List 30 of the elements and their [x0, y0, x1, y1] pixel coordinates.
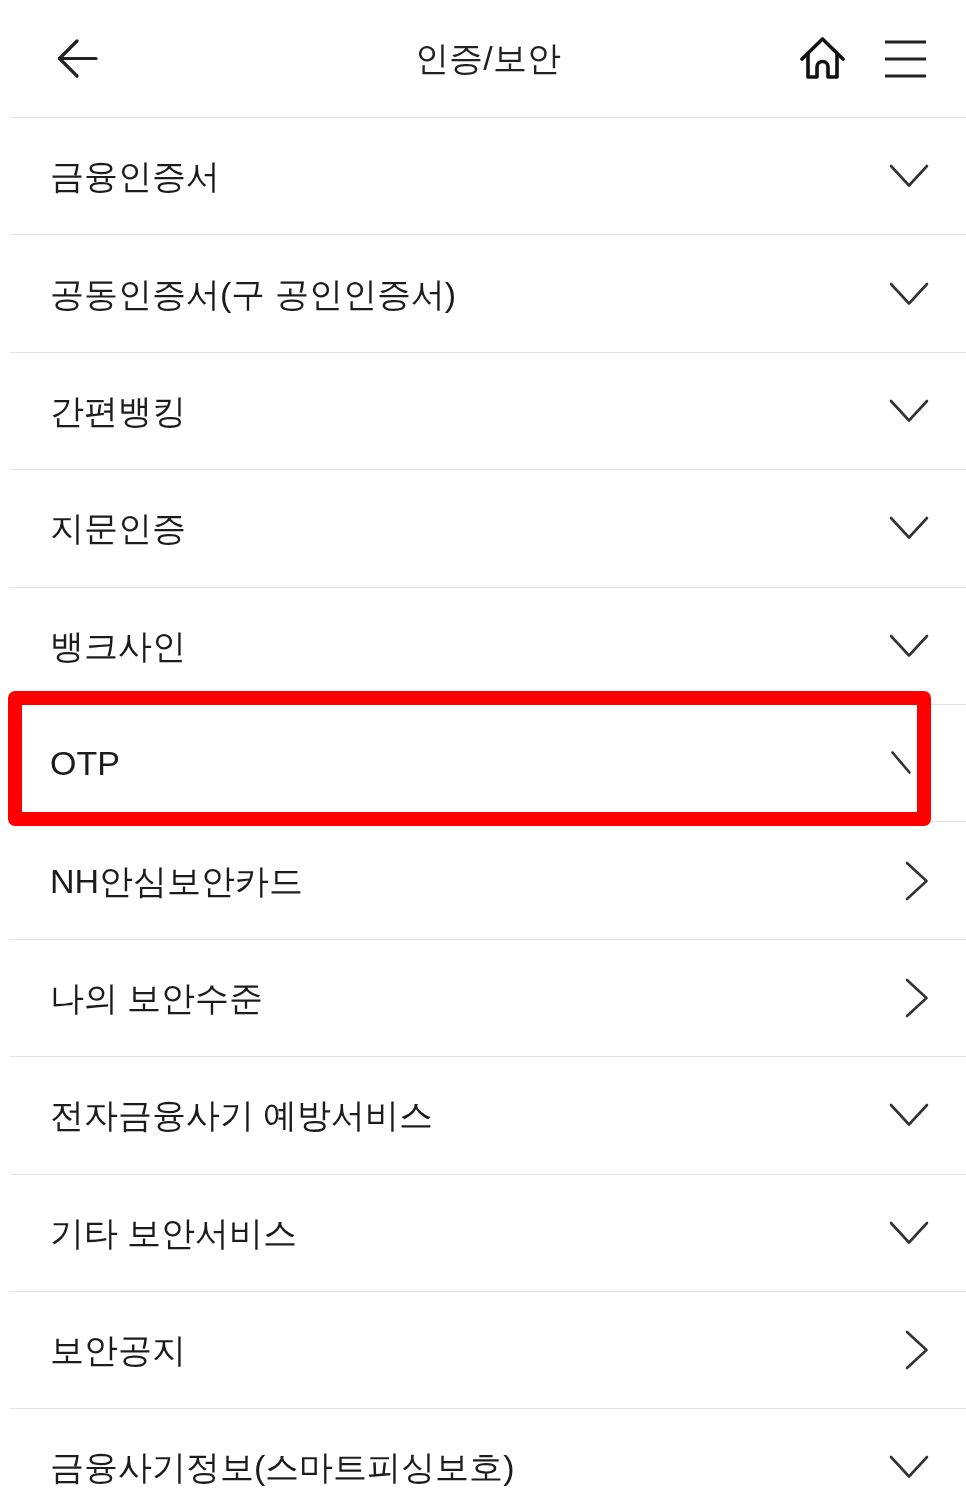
page-title: 인증/보안	[414, 40, 562, 75]
menu-item[interactable]: NH안심보안카드	[10, 822, 966, 940]
menu-item[interactable]: 공동인증서(구 공인인증서)	[10, 235, 966, 353]
chevron-down-icon	[889, 281, 929, 306]
back-button[interactable]	[57, 39, 98, 78]
menu-button[interactable]	[885, 39, 926, 78]
home-icon	[800, 37, 845, 80]
menu-item[interactable]: OTP	[10, 704, 966, 823]
menu-item[interactable]: 전자금융사기 예방서비스	[10, 1057, 966, 1175]
menu-item[interactable]: 간편뱅킹	[10, 352, 966, 471]
menu-item[interactable]: 보안공지	[10, 1291, 966, 1410]
chevron-right-icon	[905, 1330, 929, 1371]
chevron-down-icon	[889, 1455, 929, 1480]
menu-item[interactable]: 기타 보안서비스	[10, 1174, 966, 1292]
chevron-down-icon	[889, 398, 929, 423]
chevron-down-icon	[889, 1103, 929, 1128]
menu-item[interactable]: 지문인증	[10, 470, 966, 588]
chevron-right-icon	[905, 977, 929, 1018]
chevron-down-icon	[889, 164, 929, 189]
chevron-fragment-icon	[891, 750, 911, 774]
home-button[interactable]	[800, 37, 845, 80]
menu-item[interactable]: 나의 보안수준	[10, 939, 966, 1058]
menu-icon	[885, 39, 926, 78]
menu-item[interactable]: 금융사기정보(스마트피싱보호)	[10, 1409, 966, 1501]
chevron-down-icon	[889, 1220, 929, 1245]
chevron-down-icon	[889, 516, 929, 541]
menu-item[interactable]: 뱅크사인	[10, 587, 966, 705]
chevron-down-icon	[889, 633, 929, 658]
chevron-right-icon	[905, 860, 929, 901]
menu-item[interactable]: 금융인증서	[10, 118, 966, 236]
